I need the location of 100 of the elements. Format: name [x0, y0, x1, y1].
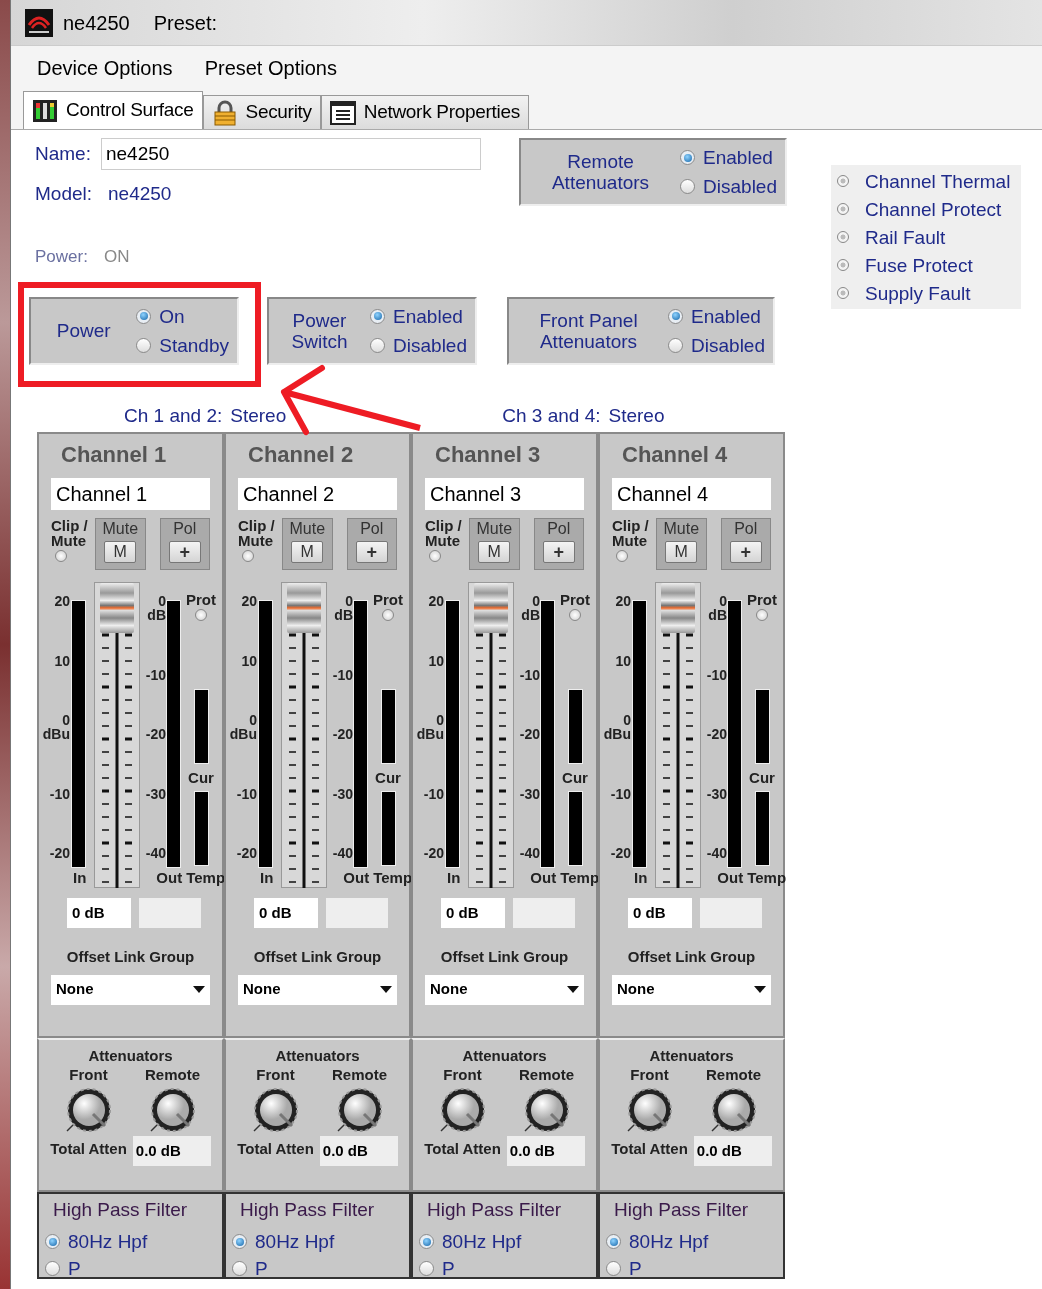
- gain-field[interactable]: 0 dB: [254, 898, 318, 928]
- radio-label: 80Hz Hpf: [442, 1232, 522, 1251]
- fader-track[interactable]: [281, 582, 327, 888]
- radio-button[interactable]: [136, 337, 152, 353]
- menu-item[interactable]: Device Options: [37, 53, 173, 83]
- scale-label: 0: [532, 594, 540, 608]
- scale-label: -10: [519, 667, 540, 682]
- status-led-icon: [837, 287, 849, 299]
- scale-label: -20: [706, 727, 727, 741]
- scale-label: -10: [145, 667, 166, 682]
- channel-name-field[interactable]: Channel 3: [425, 478, 584, 510]
- fader-thumb[interactable]: [661, 583, 695, 633]
- channel-name-field[interactable]: Channel 4: [612, 478, 771, 510]
- fader-thumb[interactable]: [100, 583, 134, 633]
- fader-track[interactable]: [655, 582, 701, 888]
- scale-label: -20: [423, 846, 444, 860]
- protect-label: Prot: [186, 592, 216, 607]
- front-label: Front: [630, 1067, 669, 1082]
- radio-button[interactable]: [136, 308, 152, 324]
- offset-link-dropdown[interactable]: None: [238, 974, 397, 1005]
- polarity-button[interactable]: +: [355, 541, 388, 563]
- mute-button[interactable]: M: [478, 541, 511, 563]
- mute-button[interactable]: M: [104, 541, 137, 563]
- temperature-label: Temp: [373, 870, 413, 888]
- model-value: ne4250: [108, 182, 172, 206]
- offset-link-label: Offset Link Group: [439, 947, 570, 967]
- front-label: Front: [256, 1067, 295, 1082]
- input-label: In: [447, 870, 461, 888]
- attenuators-label: Attenuators: [88, 1048, 173, 1063]
- tab[interactable]: Control Surface: [23, 91, 203, 129]
- current-label: Cur: [188, 770, 214, 785]
- scale-label: -10: [706, 667, 727, 682]
- scale-label: 10: [428, 653, 444, 668]
- scale-label: -10: [423, 786, 444, 801]
- mute-button[interactable]: M: [665, 541, 698, 563]
- offset-link-dropdown[interactable]: None: [612, 974, 771, 1005]
- mute-button[interactable]: M: [291, 541, 324, 563]
- remote-label: Remote: [145, 1067, 200, 1082]
- radio-button[interactable]: [232, 1261, 247, 1276]
- radio-button[interactable]: [680, 179, 696, 194]
- unit-label: dBu: [42, 727, 70, 741]
- unit-label: dBu: [229, 727, 257, 741]
- radio-button[interactable]: [680, 150, 696, 165]
- radio-button[interactable]: [232, 1234, 247, 1249]
- fault-label: Rail Fault: [865, 227, 946, 247]
- polarity-button[interactable]: +: [168, 541, 201, 563]
- readout-field: [700, 898, 762, 928]
- group-label: Power Switch: [290, 309, 349, 352]
- offset-link-dropdown[interactable]: None: [425, 974, 584, 1005]
- polarity-label: Pol: [173, 521, 197, 537]
- filter-title: High Pass Filter: [53, 1200, 189, 1219]
- scale-label: -40: [706, 846, 727, 860]
- status-led-icon: [837, 259, 849, 271]
- scale-label: -10: [49, 786, 70, 801]
- radio-button[interactable]: [668, 337, 684, 353]
- output-label: Out: [717, 870, 744, 888]
- radio-button[interactable]: [370, 308, 386, 324]
- polarity-button[interactable]: +: [542, 541, 575, 563]
- scale-label: 20: [615, 594, 631, 608]
- radio-button[interactable]: [370, 337, 386, 353]
- readout-field: [139, 898, 201, 928]
- offset-link-label: Offset Link Group: [65, 947, 196, 967]
- gain-field[interactable]: 0 dB: [67, 898, 131, 928]
- caret-icon: [567, 986, 579, 993]
- total-atten-label: Total Atten: [611, 1138, 688, 1159]
- remote-label: Remote: [332, 1067, 387, 1082]
- temperature-label: Temp: [747, 870, 787, 888]
- fault-label: Fuse Protect: [865, 255, 973, 275]
- radio-button[interactable]: [45, 1261, 60, 1276]
- gain-field[interactable]: 0 dB: [441, 898, 505, 928]
- offset-link-dropdown[interactable]: None: [51, 974, 210, 1005]
- menu-item[interactable]: Preset Options: [204, 53, 337, 83]
- radio-button[interactable]: [419, 1261, 434, 1276]
- fader-thumb[interactable]: [287, 583, 321, 633]
- channel-name-field[interactable]: Channel 1: [51, 478, 210, 510]
- radio-button[interactable]: [606, 1261, 621, 1276]
- unit-label: dBu: [603, 727, 631, 741]
- status-led-icon: [837, 231, 849, 243]
- list-window-icon: [329, 100, 356, 125]
- channel-name-field[interactable]: Channel 2: [238, 478, 397, 510]
- fader-thumb[interactable]: [474, 583, 508, 633]
- radio-button[interactable]: [668, 308, 684, 324]
- radio-label: P: [442, 1259, 455, 1277]
- name-field[interactable]: ne4250: [100, 138, 481, 170]
- preset-label: Preset:: [153, 10, 218, 36]
- scale-label: 20: [428, 594, 444, 608]
- fader-track[interactable]: [94, 582, 140, 888]
- fader-track[interactable]: [468, 582, 514, 888]
- attenuators-label: Attenuators: [275, 1048, 360, 1063]
- polarity-button[interactable]: +: [729, 541, 762, 563]
- tab[interactable]: Network Properties: [320, 95, 529, 129]
- polarity-label: Pol: [360, 521, 384, 537]
- radio-button[interactable]: [606, 1234, 621, 1249]
- radio-button[interactable]: [45, 1234, 60, 1249]
- radio-label: On: [159, 306, 185, 326]
- gain-field[interactable]: 0 dB: [628, 898, 692, 928]
- radio-button[interactable]: [419, 1234, 434, 1249]
- clip-mute-label: Clip / Mute: [612, 518, 650, 548]
- tab[interactable]: Security: [202, 95, 321, 129]
- fault-label: Channel Protect: [865, 199, 1002, 219]
